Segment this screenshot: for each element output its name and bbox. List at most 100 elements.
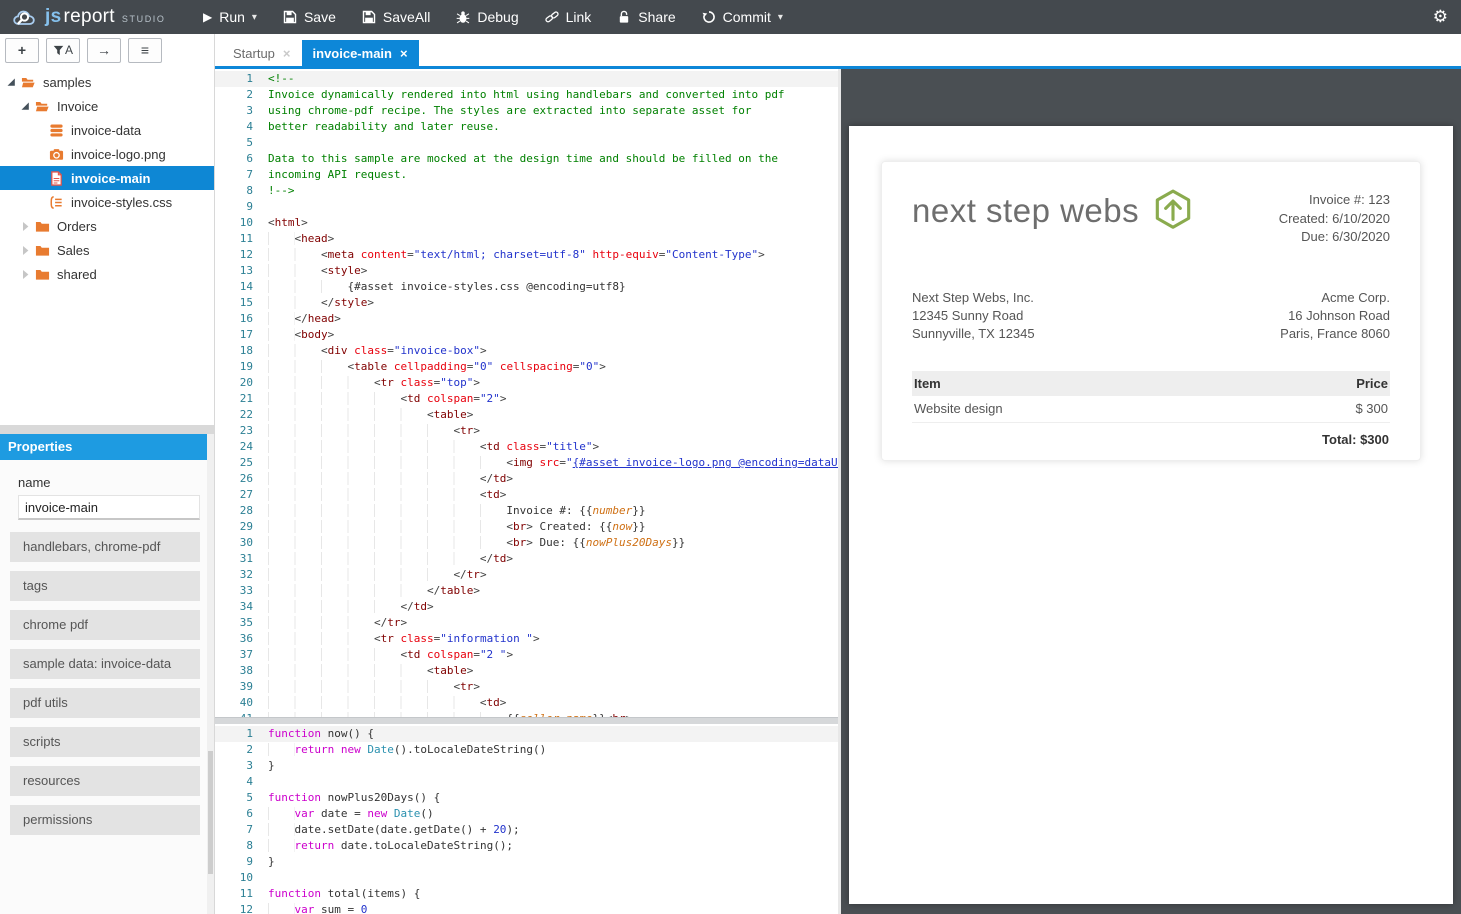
tab-close-icon[interactable]: × [400, 46, 408, 61]
debug-button[interactable]: Debug [443, 0, 531, 34]
code-line[interactable]: 35 </tr> [215, 615, 838, 631]
code-line[interactable]: 20 <tr class="top"> [215, 375, 838, 391]
tree-item-samples[interactable]: samples [0, 70, 214, 94]
code-line[interactable]: 9} [215, 854, 838, 870]
tree-caret-icon[interactable] [20, 245, 30, 255]
code-line[interactable]: 7 date.setDate(date.getDate() + 20); [215, 822, 838, 838]
code-line[interactable]: 4 [215, 774, 838, 790]
code-line[interactable]: 11 <head> [215, 231, 838, 247]
tree-item-sales[interactable]: Sales [0, 238, 214, 262]
add-button[interactable]: + [5, 38, 39, 63]
name-input[interactable] [18, 495, 200, 520]
save-all-button[interactable]: SaveAll [349, 0, 443, 34]
helpers-js-editor[interactable]: 1function now() {2 return new Date().toL… [215, 725, 838, 914]
code-line[interactable]: 2Invoice dynamically rendered into html … [215, 87, 838, 103]
code-line[interactable]: 4better readability and later reuse. [215, 119, 838, 135]
code-line[interactable]: 25 <img src="{#asset invoice-logo.png @e… [215, 455, 838, 471]
html-template-editor[interactable]: 1<!--2Invoice dynamically rendered into … [215, 69, 838, 717]
code-line[interactable]: 37 <td colspan="2 "> [215, 647, 838, 663]
code-line[interactable]: 40 <td> [215, 695, 838, 711]
properties-section-handlebars-chrome-pdf[interactable]: handlebars, chrome-pdf [10, 532, 200, 562]
properties-section-tags[interactable]: tags [10, 571, 200, 601]
code-line[interactable]: 18 <div class="invoice-box"> [215, 343, 838, 359]
code-line[interactable]: 10 [215, 870, 838, 886]
tab-startup[interactable]: Startup× [222, 40, 302, 66]
code-line[interactable]: 19 <table cellpadding="0" cellspacing="0… [215, 359, 838, 375]
tree-item-invoice-styles-css[interactable]: invoice-styles.css [0, 190, 214, 214]
code-line[interactable]: 14 {#asset invoice-styles.css @encoding=… [215, 279, 838, 295]
code-line[interactable]: 39 <tr> [215, 679, 838, 695]
code-line[interactable]: 26 </td> [215, 471, 838, 487]
code-line[interactable]: 2 return new Date().toLocaleDateString() [215, 742, 838, 758]
code-line[interactable]: 17 <body> [215, 327, 838, 343]
code-line[interactable]: 5 [215, 135, 838, 151]
tree-item-orders[interactable]: Orders [0, 214, 214, 238]
code-line[interactable]: 21 <td colspan="2"> [215, 391, 838, 407]
code-line[interactable]: 3} [215, 758, 838, 774]
menu-button[interactable]: ≡ [128, 38, 162, 63]
code-line[interactable]: 34 </td> [215, 599, 838, 615]
arrow-right-button[interactable]: → [87, 38, 121, 63]
code-line[interactable]: 13 <style> [215, 263, 838, 279]
code-line[interactable]: 36 <tr class="information "> [215, 631, 838, 647]
tab-close-icon[interactable]: × [283, 46, 291, 61]
properties-scrollbar[interactable] [207, 434, 214, 914]
tree-item-invoice[interactable]: Invoice [0, 94, 214, 118]
properties-section-resources[interactable]: resources [10, 766, 200, 796]
share-button[interactable]: Share [604, 0, 688, 34]
tree-caret-icon[interactable] [20, 269, 30, 279]
code-line[interactable]: 12 <meta content="text/html; charset=utf… [215, 247, 838, 263]
code-line[interactable]: 32 </tr> [215, 567, 838, 583]
tree-item-shared[interactable]: shared [0, 262, 214, 286]
code-line[interactable]: 24 <td class="title"> [215, 439, 838, 455]
properties-section-scripts[interactable]: scripts [10, 727, 200, 757]
code-line[interactable]: 11function total(items) { [215, 886, 838, 902]
code-line[interactable]: 29 <br> Created: {{now}} [215, 519, 838, 535]
sidebar-horizontal-splitter[interactable] [0, 425, 214, 434]
line-number: 8 [215, 838, 268, 854]
editor-horizontal-splitter[interactable] [215, 717, 838, 724]
code-line[interactable]: 28 Invoice #: {{number}} [215, 503, 838, 519]
code-line[interactable]: 22 <table> [215, 407, 838, 423]
filter-button[interactable]: A [46, 38, 80, 63]
code-text: <tr class="top"> [268, 375, 480, 391]
preview-panel[interactable]: next step webs Invoice #: 123Created: 6/… [841, 69, 1461, 914]
link-button[interactable]: Link [532, 0, 605, 34]
tree-caret-icon[interactable] [20, 101, 30, 111]
tree-item-invoice-main[interactable]: invoice-main [0, 166, 214, 190]
code-line[interactable]: 12 var sum = 0 [215, 902, 838, 914]
code-line[interactable]: 3using chrome-pdf recipe. The styles are… [215, 103, 838, 119]
tab-invoice-main[interactable]: invoice-main× [302, 40, 419, 66]
code-line[interactable]: 7incoming API request. [215, 167, 838, 183]
properties-section-permissions[interactable]: permissions [10, 805, 200, 835]
tree-caret-icon[interactable] [6, 77, 16, 87]
code-line[interactable]: 8 return date.toLocaleDateString(); [215, 838, 838, 854]
code-line[interactable]: 10<html> [215, 215, 838, 231]
code-line[interactable]: 38 <table> [215, 663, 838, 679]
properties-section-sample-data-invoice-data[interactable]: sample data: invoice-data [10, 649, 200, 679]
tree-item-invoice-data[interactable]: invoice-data [0, 118, 214, 142]
code-line[interactable]: 16 </head> [215, 311, 838, 327]
code-line[interactable]: 9 [215, 199, 838, 215]
tree-caret-icon[interactable] [20, 221, 30, 231]
code-line[interactable]: 23 <tr> [215, 423, 838, 439]
settings-gear-icon[interactable]: ⚙ [1420, 7, 1461, 27]
code-line[interactable]: 6Data to this sample are mocked at the d… [215, 151, 838, 167]
scrollbar-thumb[interactable] [208, 751, 213, 874]
code-line[interactable]: 15 </style> [215, 295, 838, 311]
code-line[interactable]: 33 </table> [215, 583, 838, 599]
commit-button[interactable]: Commit▾ [689, 0, 796, 34]
code-line[interactable]: 1<!-- [215, 71, 838, 87]
save-button[interactable]: Save [270, 0, 349, 34]
code-line[interactable]: 27 <td> [215, 487, 838, 503]
code-line[interactable]: 30 <br> Due: {{nowPlus20Days}} [215, 535, 838, 551]
code-line[interactable]: 5function nowPlus20Days() { [215, 790, 838, 806]
properties-section-pdf-utils[interactable]: pdf utils [10, 688, 200, 718]
tree-item-invoice-logo-png[interactable]: invoice-logo.png [0, 142, 214, 166]
code-line[interactable]: 1function now() { [215, 726, 838, 742]
run-button[interactable]: ▶Run▾ [190, 0, 270, 34]
properties-section-chrome-pdf[interactable]: chrome pdf [10, 610, 200, 640]
code-line[interactable]: 6 var date = new Date() [215, 806, 838, 822]
code-line[interactable]: 31 </td> [215, 551, 838, 567]
code-line[interactable]: 8!--> [215, 183, 838, 199]
